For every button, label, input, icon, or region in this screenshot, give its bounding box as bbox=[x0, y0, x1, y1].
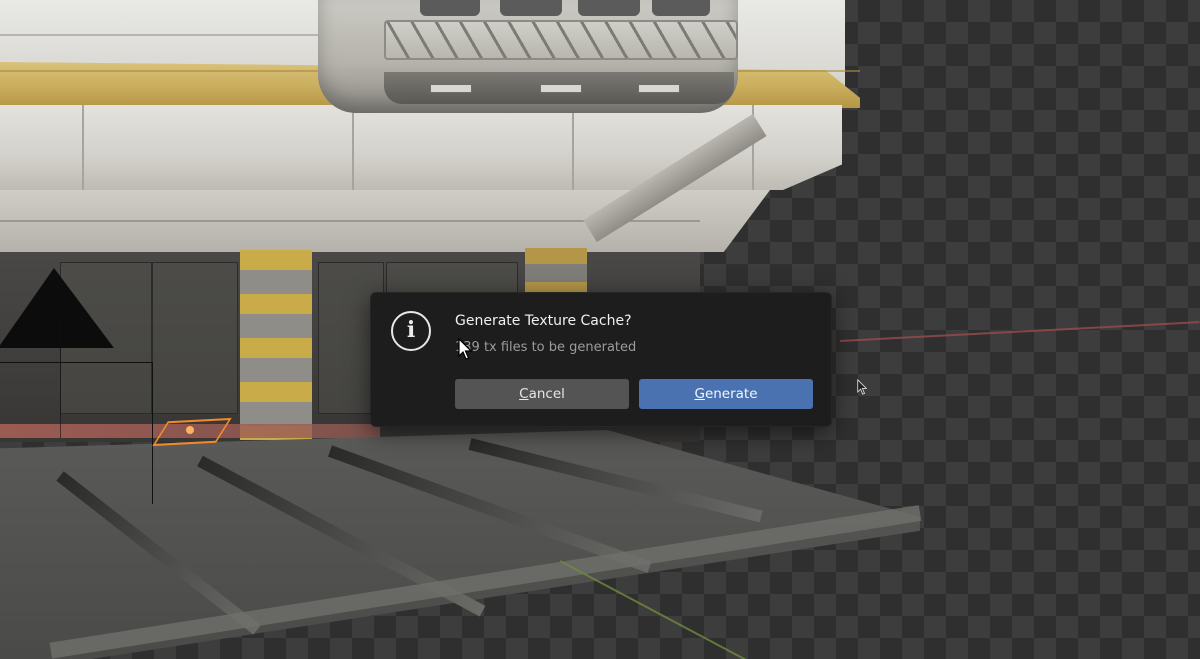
panel-seam bbox=[82, 105, 84, 190]
generate-label: enerate bbox=[704, 386, 758, 402]
window-slot bbox=[652, 0, 710, 16]
dialog-message: 139 tx files to be generated bbox=[455, 340, 637, 355]
wireframe-line bbox=[0, 362, 152, 363]
panel-seam bbox=[572, 105, 574, 190]
striped-pillar bbox=[525, 248, 587, 298]
underside-panel bbox=[152, 262, 238, 414]
window-slot bbox=[420, 0, 480, 16]
wireframe-line bbox=[60, 318, 61, 438]
vent-tab bbox=[638, 84, 680, 93]
striped-pillar bbox=[240, 250, 312, 440]
cancel-label: ancel bbox=[528, 386, 565, 402]
generate-mnemonic: G bbox=[694, 386, 705, 402]
cancel-mnemonic: C bbox=[519, 386, 529, 402]
vent-row bbox=[384, 20, 738, 60]
window-slot bbox=[500, 0, 562, 16]
cancel-button[interactable]: Cancel bbox=[455, 379, 629, 409]
wireframe-line bbox=[152, 362, 153, 504]
dialog-title: Generate Texture Cache? bbox=[455, 313, 632, 329]
vent-tab bbox=[540, 84, 582, 93]
window-slot bbox=[578, 0, 640, 16]
3d-viewport[interactable]: i Generate Texture Cache? 139 tx files t… bbox=[0, 0, 1200, 659]
generate-texture-cache-dialog: i Generate Texture Cache? 139 tx files t… bbox=[370, 292, 832, 427]
x-axis-line bbox=[839, 321, 1200, 342]
gizmo-center[interactable] bbox=[186, 426, 194, 434]
info-icon: i bbox=[391, 311, 431, 351]
generate-button[interactable]: Generate bbox=[639, 379, 813, 409]
panel-seam bbox=[0, 34, 330, 36]
vent-tab bbox=[430, 84, 472, 93]
selected-object-silhouette bbox=[0, 268, 114, 348]
panel-seam bbox=[352, 105, 354, 190]
